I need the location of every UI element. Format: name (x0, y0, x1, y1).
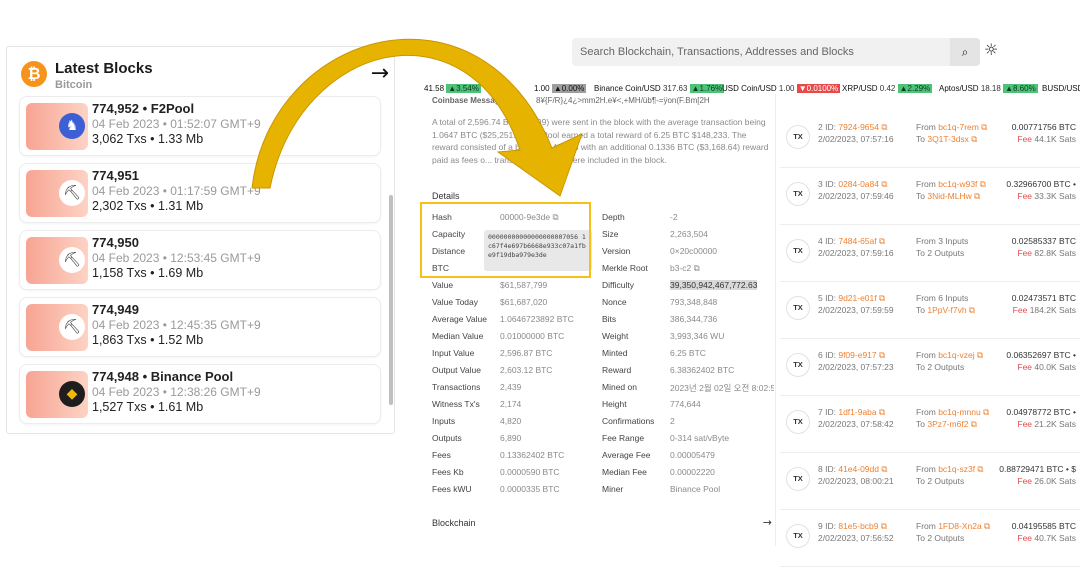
curved-arrow-shape (251, 38, 583, 197)
annotation-arrow (251, 38, 583, 197)
composite-screenshot: ₿ Latest Blocks Bitcoin → ♞ 774,952 • F2… (0, 0, 1080, 576)
